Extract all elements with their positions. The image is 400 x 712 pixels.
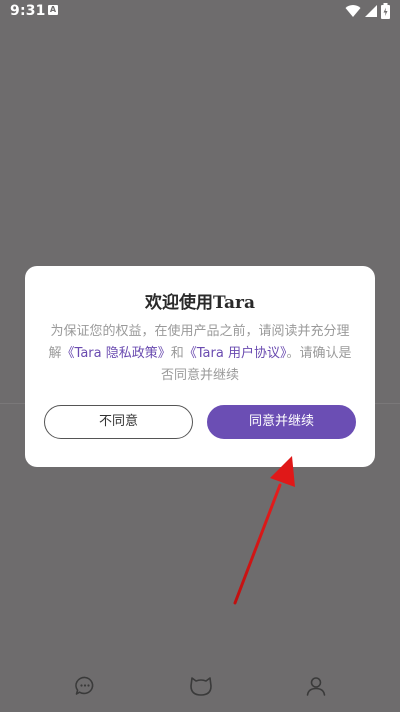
dialog-message: 为保证您的权益，在使用产品之前，请阅读并充分理解《Tara 隐私政策》和《Tar… [47,321,353,387]
notification-icon: A [48,5,58,15]
user-agreement-link[interactable]: 《Tara 用户协议》 [184,346,287,361]
person-icon[interactable] [304,674,328,698]
disagree-button[interactable]: 不同意 [44,405,193,439]
status-time: 9:31 [10,3,46,19]
battery-icon [381,3,390,19]
signal-icon [365,5,377,17]
dialog-title: 欢迎使用Tara [144,293,255,313]
cat-face-icon[interactable] [188,672,214,698]
privacy-policy-link[interactable]: 《Tara 隐私政策》 [62,346,171,361]
consent-dialog: 欢迎使用Tara 为保证您的权益，在使用产品之前，请阅读并充分理解《Tara 隐… [25,266,375,467]
chat-bubble-icon[interactable] [73,674,97,698]
wifi-icon [345,5,361,18]
dialog-message-connector: 和 [170,346,184,361]
bottom-navigation [0,660,400,712]
status-bar: 9:31 A [0,0,400,24]
agree-continue-button[interactable]: 同意并继续 [207,405,356,439]
